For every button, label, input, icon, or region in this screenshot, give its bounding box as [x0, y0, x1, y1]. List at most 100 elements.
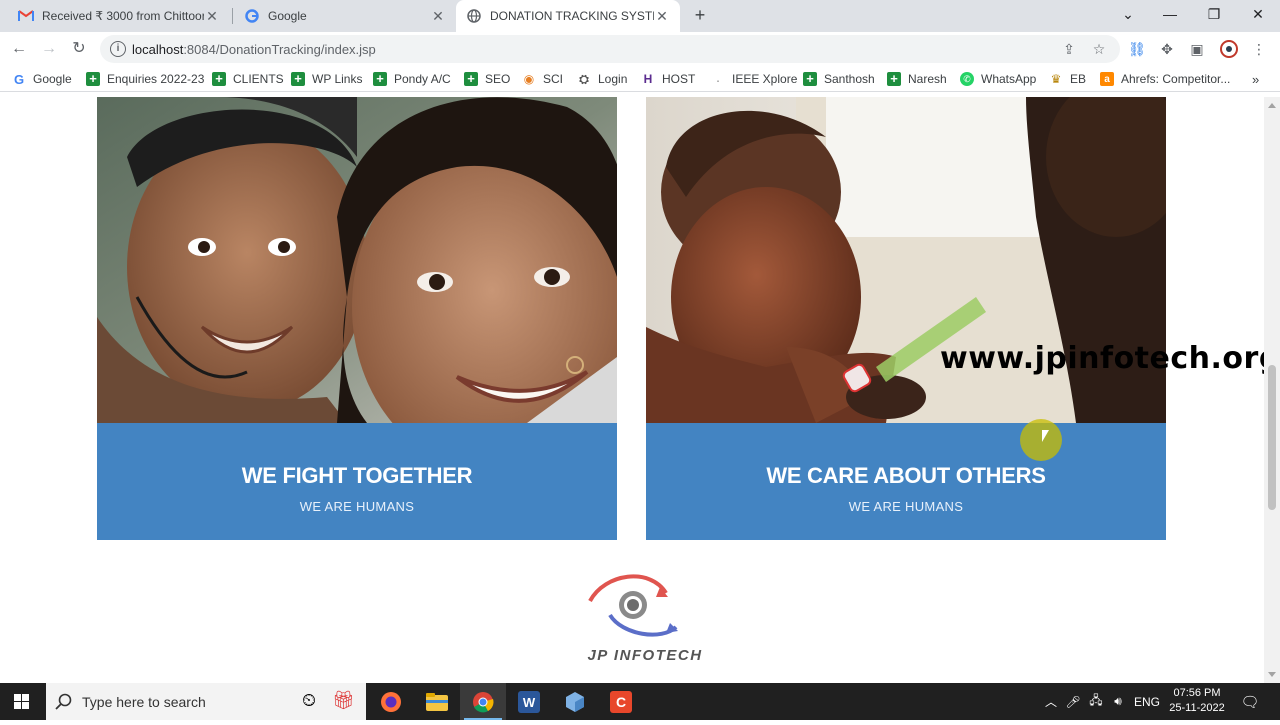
- taskbar-word[interactable]: W: [506, 683, 552, 720]
- gift-icon: 🎁︎: [332, 690, 355, 710]
- bookmark-wp-links[interactable]: WP Links: [291, 70, 362, 88]
- bookmark-enquiries[interactable]: Enquiries 2022-23: [86, 70, 204, 88]
- bookmark-pondy-ac[interactable]: Pondy A/C: [373, 70, 451, 88]
- taskbar-chrome[interactable]: [460, 683, 506, 720]
- close-tab-icon[interactable]: ✕: [654, 8, 670, 25]
- google-icon: [244, 8, 260, 24]
- minimize-icon[interactable]: —: [1148, 0, 1192, 30]
- bookmark-ieee[interactable]: . IEEE Xplore: [711, 70, 798, 88]
- c-app-icon: C: [610, 690, 632, 713]
- svg-text:C: C: [616, 694, 626, 710]
- bookmark-ahrefs[interactable]: a Ahrefs: Competitor...: [1100, 70, 1230, 88]
- taskbar-search[interactable]: Type here to search ⏲ 🎁︎: [46, 683, 366, 720]
- sheets-icon: [373, 72, 387, 86]
- sheets-icon: [887, 72, 901, 86]
- login-icon: ⛭: [579, 71, 589, 86]
- back-icon[interactable]: ←: [8, 38, 30, 60]
- start-button[interactable]: [0, 683, 44, 720]
- share-icon[interactable]: ⇪: [1060, 40, 1078, 58]
- site-info-icon[interactable]: i: [110, 41, 126, 57]
- page-viewport: WE FIGHT TOGETHER WE ARE HUMANS WE CARE …: [0, 97, 1264, 683]
- clock-date: 25-11-2022: [1169, 702, 1225, 714]
- card-subheading: WE ARE HUMANS: [848, 499, 964, 514]
- tab-title: Received ₹ 3000 from Chittoori S: [42, 9, 204, 23]
- address-bar[interactable]: i localhost:8084/DonationTracking/index.…: [100, 35, 1120, 63]
- tab-search-chevron-icon[interactable]: ⌄: [1106, 0, 1150, 30]
- url-text[interactable]: localhost:8084/DonationTracking/index.js…: [132, 42, 376, 57]
- sheets-icon: [86, 72, 100, 86]
- word-icon: W: [518, 690, 540, 713]
- language-indicator[interactable]: ENG: [1132, 683, 1162, 720]
- tab-strip: Received ₹ 3000 from Chittoori S ✕ Googl…: [0, 0, 1280, 32]
- emblem-icon: ♛: [1050, 72, 1062, 86]
- host-icon: H: [643, 72, 653, 86]
- bookmark-login[interactable]: ⛭ Login: [577, 70, 627, 88]
- bookmark-santhosh[interactable]: Santhosh: [803, 70, 875, 88]
- taskbar-file-explorer[interactable]: [414, 683, 460, 720]
- bookmark-google[interactable]: G Google: [12, 70, 72, 88]
- taskbar-3d-app[interactable]: [552, 683, 598, 720]
- browser-toolbar: ← → ↻ i localhost:8084/DonationTracking/…: [0, 32, 1280, 66]
- logo-text: JP INFOTECH: [587, 647, 703, 664]
- card-caption-band: WE CARE ABOUT OTHERS WE ARE HUMANS: [646, 423, 1166, 540]
- card-fight-together[interactable]: WE FIGHT TOGETHER WE ARE HUMANS: [97, 97, 617, 540]
- ahrefs-icon: a: [1100, 72, 1114, 86]
- close-tab-icon[interactable]: ✕: [204, 8, 220, 25]
- sheets-icon: [803, 72, 817, 86]
- scroll-up-icon[interactable]: [1268, 103, 1276, 108]
- card-care-about-others[interactable]: WE CARE ABOUT OTHERS WE ARE HUMANS: [646, 97, 1166, 540]
- scrollbar-thumb[interactable]: [1268, 365, 1276, 510]
- firefox-icon: [381, 691, 401, 712]
- sheets-icon: [291, 72, 305, 86]
- bookmark-clients[interactable]: CLIENTS: [212, 70, 284, 88]
- new-tab-button[interactable]: +: [690, 6, 710, 26]
- card-heading: WE CARE ABOUT OTHERS: [766, 463, 1046, 488]
- extensions-puzzle-icon[interactable]: ✥: [1158, 40, 1176, 58]
- profile-avatar-icon[interactable]: [1220, 40, 1238, 58]
- children-photo: [97, 97, 617, 423]
- bookmark-whatsapp[interactable]: ✆ WhatsApp: [960, 70, 1036, 88]
- bookmark-eb[interactable]: ♛ EB: [1049, 70, 1086, 88]
- close-tab-icon[interactable]: ✕: [430, 8, 446, 25]
- notifications-icon[interactable]: 🗨︎: [1238, 683, 1262, 720]
- jp-infotech-logo: JP INFOTECH: [570, 571, 720, 666]
- globe-icon: [466, 8, 482, 24]
- google-icon: G: [13, 71, 25, 87]
- forward-icon[interactable]: →: [38, 38, 60, 60]
- maximize-icon[interactable]: ❐: [1192, 0, 1236, 30]
- bookmark-sci[interactable]: ◉ SCI: [522, 70, 563, 88]
- taskbar-firefox[interactable]: [368, 683, 414, 720]
- bookmark-host[interactable]: H HOST: [641, 70, 696, 88]
- menu-kebab-icon[interactable]: ⋮: [1250, 40, 1268, 58]
- bookmark-naresh[interactable]: Naresh: [887, 70, 947, 88]
- tab-donation-tracking[interactable]: DONATION TRACKING SYSTEM ✕: [456, 0, 680, 32]
- search-icon: [55, 693, 72, 710]
- reload-icon[interactable]: ↻: [68, 38, 90, 60]
- gmail-icon: [18, 8, 34, 24]
- tab-title: Google: [268, 9, 307, 23]
- tray-chevron-up-icon[interactable]: ︿: [1042, 683, 1060, 720]
- page-scrollbar[interactable]: [1264, 97, 1280, 683]
- tab-title: DONATION TRACKING SYSTEM: [490, 9, 654, 23]
- clock-time: 07:56 PM: [1173, 687, 1221, 699]
- volume-icon[interactable]: 🔊︎: [1108, 683, 1128, 720]
- microphone-icon[interactable]: 🎤︎: [1064, 683, 1082, 720]
- link-extension-icon[interactable]: ⛓: [1128, 40, 1146, 58]
- windows-logo-icon: [14, 694, 29, 709]
- close-window-icon[interactable]: ✕: [1236, 0, 1280, 30]
- tab-gmail[interactable]: Received ₹ 3000 from Chittoori S ✕: [8, 0, 230, 32]
- taskbar-c-app[interactable]: C: [598, 683, 644, 720]
- search-placeholder: Type here to search: [82, 694, 206, 710]
- cursor-arrow-icon: [1042, 430, 1049, 442]
- taskbar-clock[interactable]: 07:56 PM 25-11-2022: [1166, 686, 1228, 716]
- side-panel-icon[interactable]: ▣: [1188, 40, 1206, 58]
- card-caption-band: WE FIGHT TOGETHER WE ARE HUMANS: [97, 423, 617, 540]
- network-icon[interactable]: 🖧︎: [1086, 683, 1106, 720]
- bookmark-star-icon[interactable]: ☆: [1090, 40, 1108, 58]
- scroll-down-icon[interactable]: [1268, 672, 1276, 677]
- cube-icon: [566, 691, 584, 712]
- bookmark-seo[interactable]: SEO: [464, 70, 510, 88]
- tab-google[interactable]: Google ✕: [234, 0, 456, 32]
- bookmarks-overflow-icon[interactable]: »: [1252, 70, 1259, 88]
- card-subheading: WE ARE HUMANS: [299, 499, 415, 514]
